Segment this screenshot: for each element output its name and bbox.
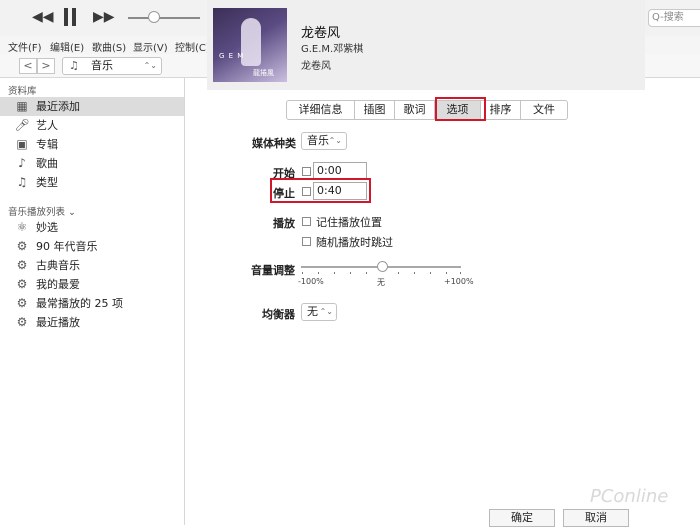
- chevron-updown-icon: ⌃⌄: [328, 136, 342, 145]
- chevron-updown-icon: ⌃⌄: [319, 307, 333, 316]
- start-checkbox[interactable]: [302, 167, 311, 176]
- menu-file[interactable]: 文件(F): [8, 39, 42, 54]
- gear-icon: ⚙: [16, 277, 28, 291]
- skip-when-shuffling-label: 随机播放时跳过: [316, 236, 393, 249]
- menu-edit[interactable]: 编辑(E): [50, 39, 84, 54]
- tab-lyrics[interactable]: 歌词: [395, 101, 435, 119]
- pause-icon-bar[interactable]: [72, 8, 76, 26]
- fast-forward-icon[interactable]: ▶▶: [93, 9, 115, 25]
- equalizer-value: 无: [307, 305, 318, 318]
- album-art-subtitle: 龍捲風: [253, 69, 274, 77]
- music-note-icon: ♫: [69, 59, 79, 72]
- slider-tick: [334, 272, 335, 274]
- sidebar-item-albums[interactable]: ▣ 专辑: [0, 135, 184, 154]
- rewind-icon[interactable]: ◀◀: [32, 9, 54, 25]
- slider-tick: [430, 272, 431, 274]
- slider-tick: [398, 272, 399, 274]
- info-tabs: 详细信息 插图 歌词 选项 排序 文件: [286, 100, 568, 120]
- volume-min-label: -100%: [298, 277, 324, 286]
- sidebar-item-label: 我的最爱: [36, 278, 80, 291]
- sidebar-item-recently-played[interactable]: ⚙ 最近播放: [0, 313, 184, 332]
- gear-icon: ⚙: [16, 315, 28, 329]
- song-title: 龙卷风: [301, 26, 341, 41]
- playlists-header[interactable]: 音乐播放列表 ⌄: [8, 204, 76, 218]
- tab-file[interactable]: 文件: [521, 101, 567, 119]
- slider-tick: [414, 272, 415, 274]
- tab-artwork[interactable]: 插图: [355, 101, 395, 119]
- volume-mid-label: 无: [377, 278, 385, 287]
- sidebar-item-label: 最近播放: [36, 316, 80, 329]
- menu-view[interactable]: 显示(V): [133, 39, 168, 54]
- music-note-icon: ♪: [18, 156, 26, 170]
- sidebar-item-songs[interactable]: ♪ 歌曲: [0, 154, 184, 173]
- media-kind-select[interactable]: 音乐 ⌃⌄: [301, 132, 347, 150]
- sidebar-item-favorites[interactable]: ⚙ 我的最爱: [0, 275, 184, 294]
- sidebar-item-label: 古典音乐: [36, 259, 80, 272]
- sidebar-item-genius[interactable]: ⚛ 妙选: [0, 218, 184, 237]
- microphone-icon: 🎤︎: [14, 118, 30, 132]
- sidebar-item-classical[interactable]: ⚙ 古典音乐: [0, 256, 184, 275]
- volume-slider-knob[interactable]: [148, 11, 160, 23]
- watermark: PConline: [590, 486, 669, 507]
- sidebar-item-label: 最常播放的 25 项: [36, 297, 123, 310]
- genius-icon: ⚛: [16, 220, 28, 234]
- cancel-button[interactable]: 取消: [563, 509, 629, 527]
- tab-sorting[interactable]: 排序: [481, 101, 521, 119]
- highlight-box-options-tab: [435, 97, 486, 121]
- volume-max-label: +100%: [444, 277, 474, 286]
- tab-details[interactable]: 详细信息: [287, 101, 355, 119]
- sidebar-item-label: 最近添加: [36, 100, 80, 113]
- skip-when-shuffling-checkbox[interactable]: [302, 237, 311, 246]
- volume-slider[interactable]: [128, 17, 200, 19]
- sidebar-item-label: 艺人: [36, 119, 58, 132]
- genre-icon: ♫: [16, 175, 28, 189]
- sidebar-item-label: 类型: [36, 176, 58, 189]
- forward-button[interactable]: >: [37, 58, 55, 74]
- sidebar-item-recently-added[interactable]: ▦ 最近添加: [0, 97, 184, 116]
- album-art-text: G E M: [219, 52, 245, 60]
- sidebar-item-artists[interactable]: 🎤︎ 艺人: [0, 116, 184, 135]
- album-icon: ▣: [16, 137, 28, 151]
- chevron-updown-icon: ⌃⌄: [143, 61, 157, 70]
- menu-song[interactable]: 歌曲(S): [92, 39, 126, 54]
- song-artist: G.E.M.邓紫棋: [301, 44, 364, 55]
- slider-tick: [460, 272, 461, 274]
- gear-icon: ⚙: [16, 239, 28, 253]
- library-header: 资料库: [8, 86, 37, 97]
- equalizer-label: 均衡器: [262, 308, 295, 321]
- menu-controls[interactable]: 控制(C): [175, 39, 210, 54]
- song-album: 龙卷风: [301, 61, 331, 72]
- slider-tick: [318, 272, 319, 274]
- sidebar-item-label: 妙选: [36, 221, 58, 234]
- playback-label: 播放: [273, 217, 295, 230]
- slider-tick: [302, 272, 303, 274]
- back-button[interactable]: <: [19, 58, 37, 74]
- sidebar-item-90s[interactable]: ⚙ 90 年代音乐: [0, 237, 184, 256]
- gear-icon: ⚙: [16, 258, 28, 272]
- sidebar-item-label: 90 年代音乐: [36, 240, 98, 253]
- sidebar-item-genres[interactable]: ♫ 类型: [0, 173, 184, 192]
- media-kind-label: 媒体种类: [252, 137, 296, 150]
- slider-tick: [366, 272, 367, 274]
- volume-adjust-label: 音量调整: [251, 264, 295, 277]
- album-art: G E M 龍捲風: [213, 8, 287, 82]
- sidebar-item-label: 专辑: [36, 138, 58, 151]
- slider-tick: [350, 272, 351, 274]
- gear-icon: ⚙: [16, 296, 28, 310]
- ok-button[interactable]: 确定: [489, 509, 555, 527]
- remember-position-checkbox[interactable]: [302, 217, 311, 226]
- equalizer-select[interactable]: 无 ⌃⌄: [301, 303, 337, 321]
- pause-icon[interactable]: [64, 8, 68, 26]
- search-input[interactable]: Q-搜索: [648, 9, 700, 27]
- library-select-value: 音乐: [91, 59, 113, 72]
- media-kind-value: 音乐: [307, 134, 329, 147]
- grid-icon: ▦: [16, 99, 28, 113]
- highlight-box-stop: [270, 178, 371, 203]
- library-select[interactable]: ♫ 音乐 ⌃⌄: [62, 57, 162, 75]
- sidebar-item-label: 歌曲: [36, 157, 58, 170]
- volume-adjust-knob[interactable]: [377, 261, 388, 272]
- slider-tick: [446, 272, 447, 274]
- sidebar-item-top-25[interactable]: ⚙ 最常播放的 25 项: [0, 294, 184, 313]
- remember-position-label: 记住播放位置: [316, 216, 382, 229]
